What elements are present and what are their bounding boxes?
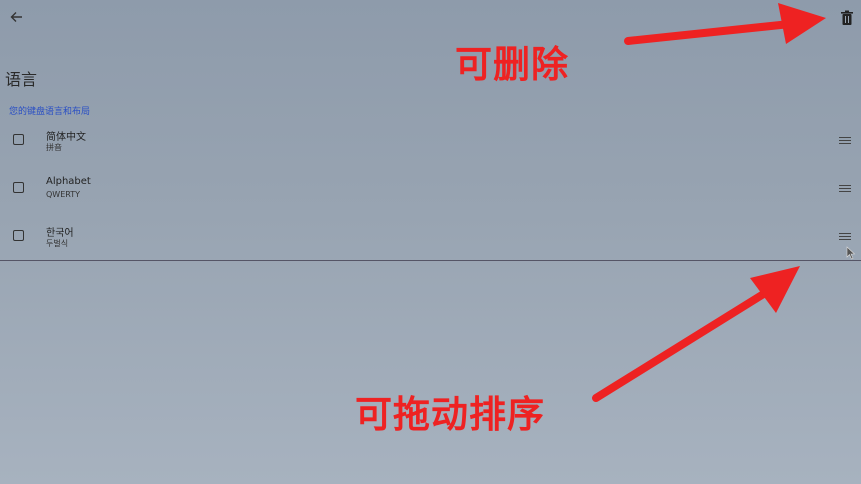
arrow-to-delete-icon [624,3,826,45]
arrow-to-drag-handle [592,266,800,402]
delete-annotation-label: 可删除 [455,43,569,86]
drag-annotation-label: 可拖动排序 [355,393,545,436]
